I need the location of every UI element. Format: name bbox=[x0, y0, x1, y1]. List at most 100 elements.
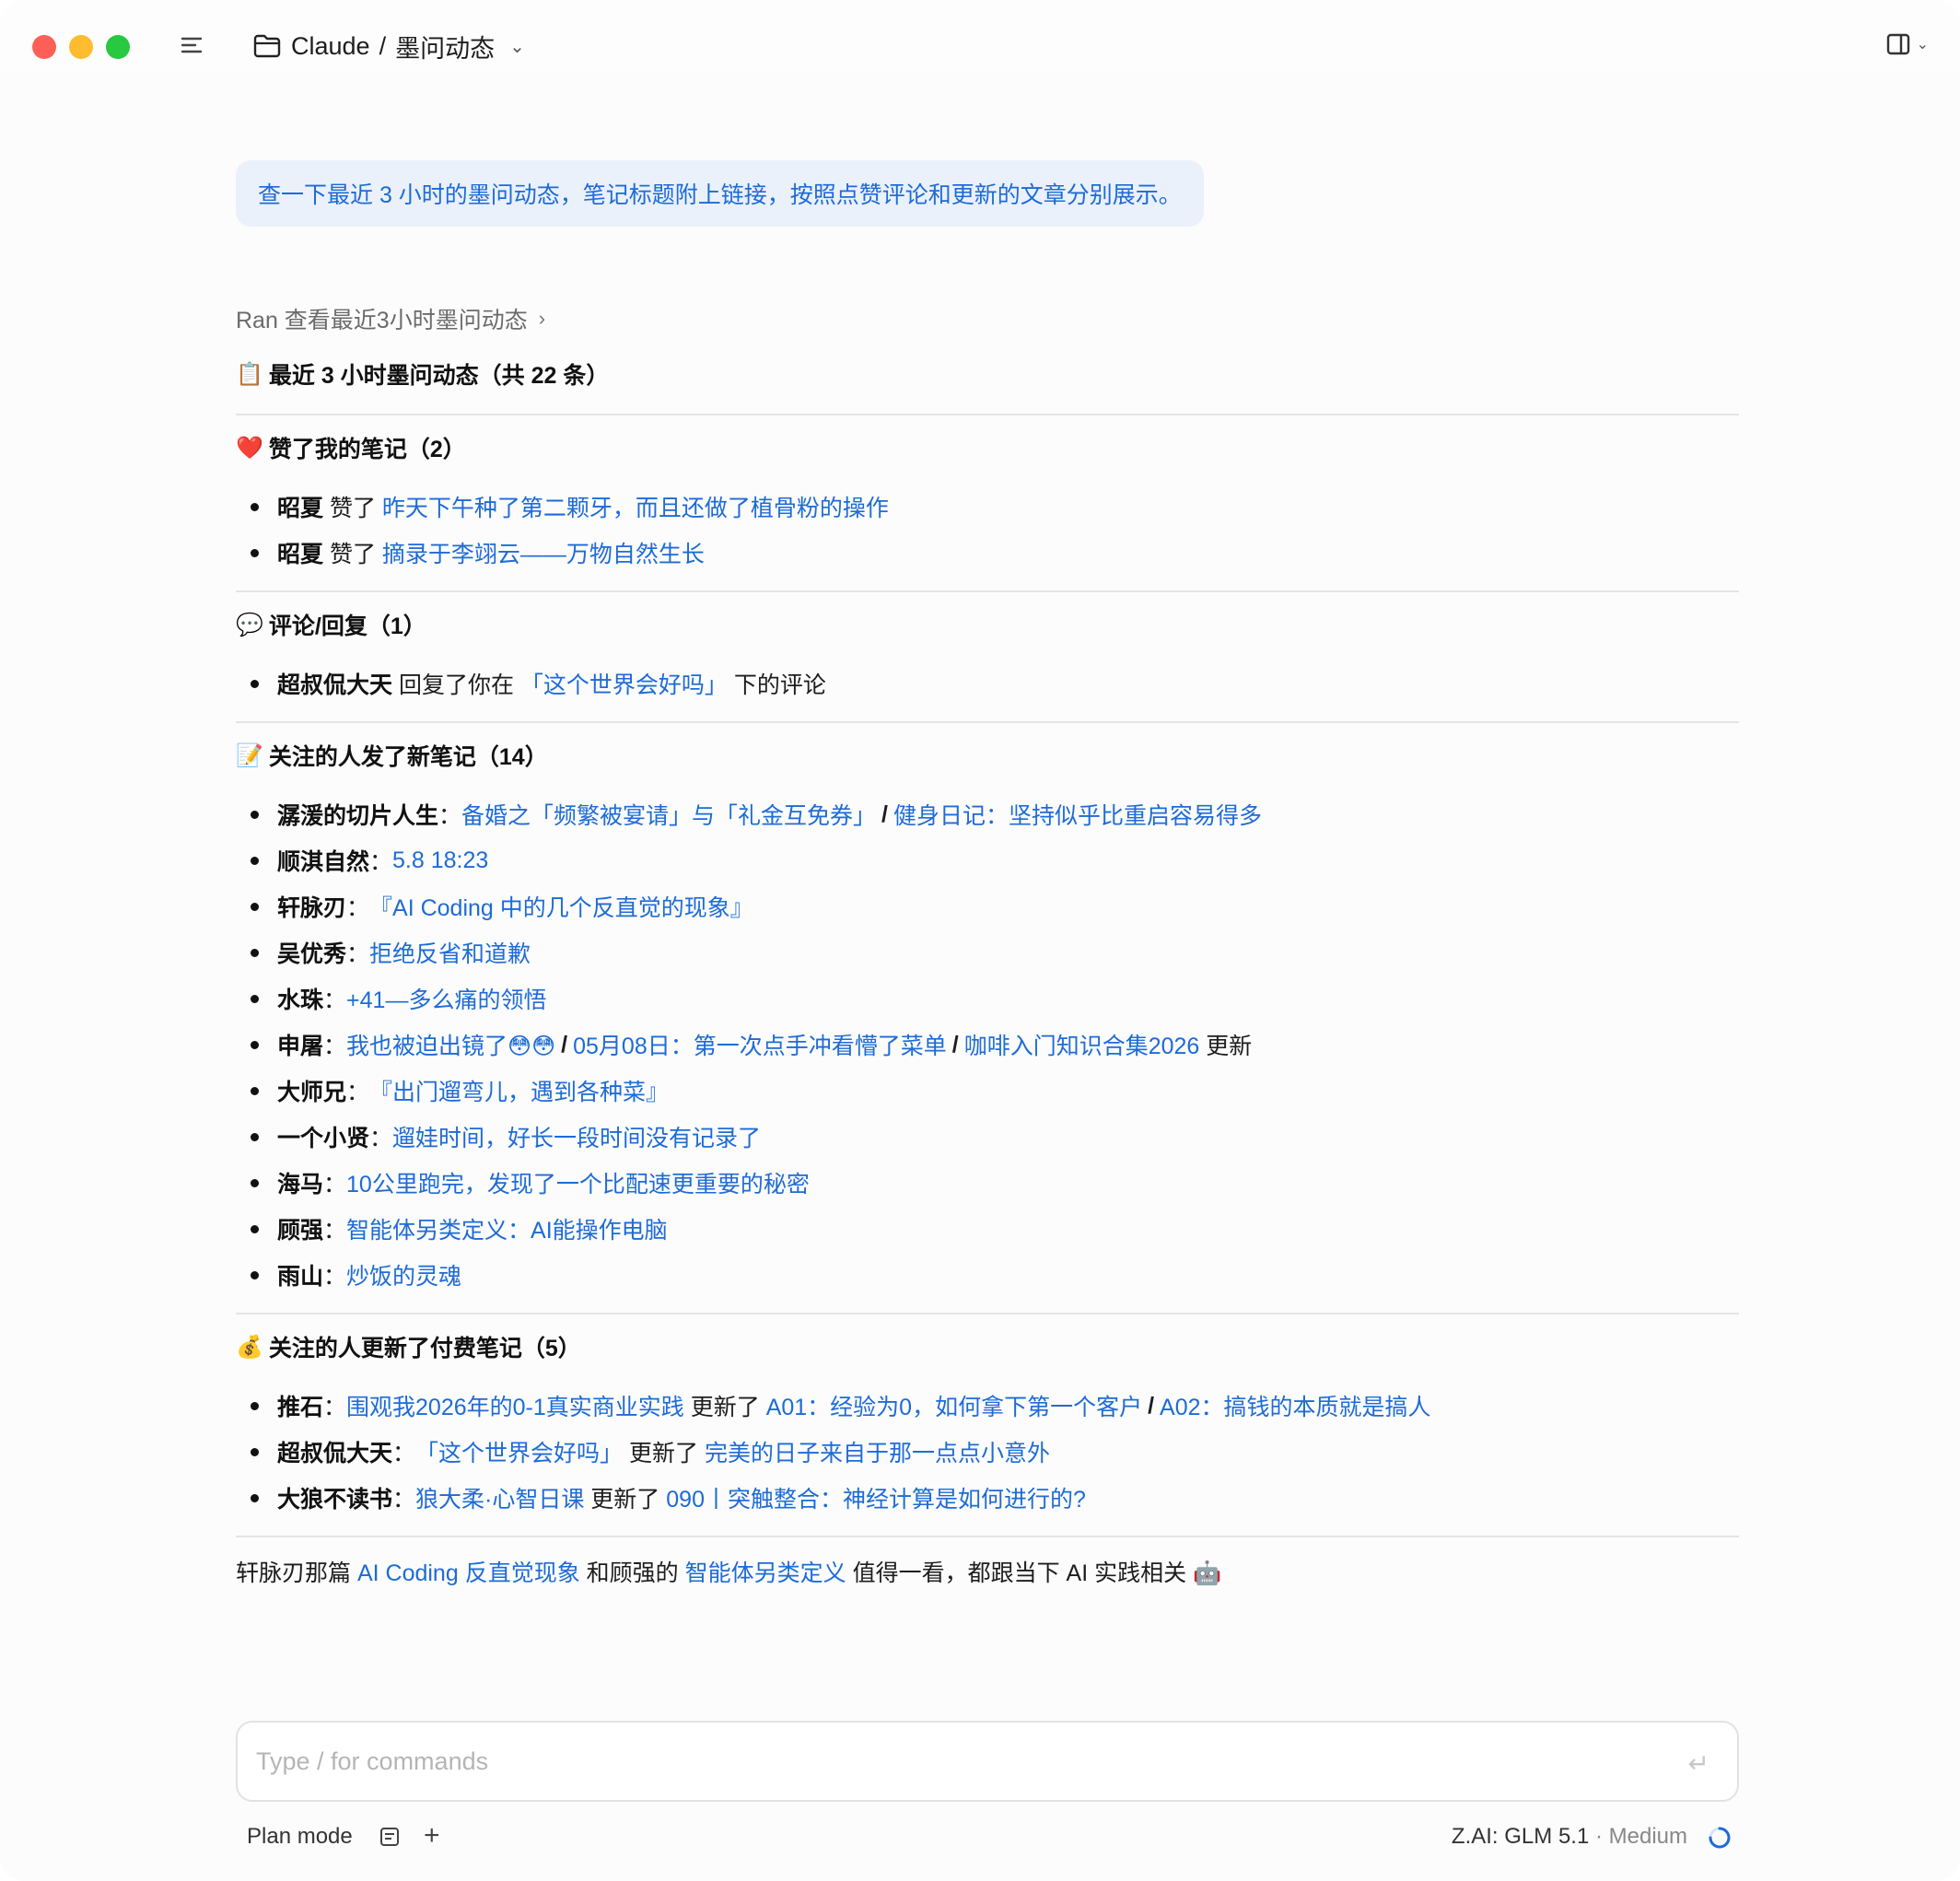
plan-mode-toggle[interactable]: Plan mode bbox=[247, 1824, 353, 1850]
colon: ： bbox=[323, 1264, 347, 1290]
heading-text: 赞了我的笔记（2） bbox=[268, 437, 466, 462]
user-name[interactable]: 吴优秀 bbox=[277, 936, 346, 969]
note-link[interactable]: 备婚之「频繁被宴请」与「礼金互免券」 bbox=[461, 798, 876, 831]
bullet bbox=[251, 1132, 259, 1141]
bullet bbox=[251, 679, 259, 688]
note-link[interactable]: 完美的日子来自于那一点点小意外 bbox=[705, 1435, 1050, 1468]
bullet bbox=[251, 1086, 259, 1095]
note-link[interactable]: A02：搞钱的本质就是搞人 bbox=[1160, 1389, 1430, 1422]
column-link[interactable]: 围观我2026年的0-1真实商业实践 bbox=[346, 1389, 684, 1422]
breadcrumb-root[interactable]: Claude bbox=[291, 32, 370, 61]
money-bag-icon: 💰 bbox=[236, 1334, 263, 1360]
colon: ： bbox=[392, 1487, 416, 1513]
minimize-window-button[interactable] bbox=[69, 35, 93, 59]
bullet bbox=[251, 1401, 259, 1410]
list-item: 申屠 ： 我也被迫出镜了😳😳 / 05月08日：第一次点手冲看懵了菜单 / 咖啡… bbox=[251, 1028, 1252, 1061]
note-link[interactable]: 05月08日：第一次点手冲看懵了菜单 bbox=[573, 1028, 947, 1061]
zoom-window-button[interactable] bbox=[106, 35, 130, 59]
note-link[interactable]: 拒绝反省和道歉 bbox=[369, 936, 531, 969]
divider bbox=[236, 414, 1739, 415]
note-link[interactable]: 090丨突触整合：神经计算是如何进行的? bbox=[666, 1481, 1086, 1514]
note-link[interactable]: 炒饭的灵魂 bbox=[346, 1258, 461, 1291]
chevron-down-icon[interactable]: ⌄ bbox=[509, 35, 525, 58]
heading-text: 关注的人发了新笔记（14） bbox=[268, 744, 548, 770]
note-link[interactable]: 我也被迫出镜了😳😳 bbox=[346, 1028, 555, 1061]
user-name[interactable]: 一个小贤 bbox=[277, 1120, 369, 1153]
summary-title-text: 最近 3 小时墨问动态（共 22 条） bbox=[268, 363, 610, 389]
action-text: 更新了 bbox=[584, 1487, 667, 1513]
add-icon[interactable]: + bbox=[424, 1820, 440, 1852]
note-link[interactable]: +41—多么痛的领悟 bbox=[346, 982, 546, 1015]
note-link[interactable]: 「这个世界会好吗」 bbox=[520, 667, 728, 700]
divider bbox=[236, 1536, 1739, 1537]
bullet bbox=[251, 1493, 259, 1502]
column-link[interactable]: 「这个世界会好吗」 bbox=[415, 1435, 623, 1468]
user-name[interactable]: 大师兄 bbox=[277, 1074, 346, 1107]
column-link[interactable]: 狼大柔·心智日课 bbox=[415, 1481, 584, 1514]
note-link[interactable]: A01：经验为0，如何拿下第一个客户 bbox=[766, 1389, 1142, 1422]
note-link[interactable]: 『AI Coding 中的几个反直觉的现象』 bbox=[369, 890, 753, 923]
list-item: 顾强 ： 智能体另类定义：AI能操作电脑 bbox=[251, 1212, 668, 1245]
list-item: 轩脉刃 ： 『AI Coding 中的几个反直觉的现象』 bbox=[251, 890, 753, 923]
tool-call-label: Ran 查看最近3小时墨问动态 bbox=[236, 308, 528, 333]
note-link[interactable]: 10公里跑完，发现了一个比配速更重要的秘密 bbox=[346, 1166, 810, 1199]
user-name[interactable]: 超叔侃大天 bbox=[277, 667, 392, 700]
sidebar-toggle-icon[interactable] bbox=[179, 31, 206, 59]
colon: ： bbox=[369, 1126, 393, 1151]
close-window-button[interactable] bbox=[32, 35, 56, 59]
user-name[interactable]: 昭夏 bbox=[277, 536, 323, 569]
separator: / bbox=[1148, 1392, 1155, 1419]
user-name[interactable]: 顾强 bbox=[277, 1212, 323, 1245]
user-name[interactable]: 海马 bbox=[277, 1166, 323, 1199]
section-heading-likes: ❤️ 赞了我的笔记（2） bbox=[236, 431, 466, 464]
bullet bbox=[251, 810, 259, 819]
user-name[interactable]: 昭夏 bbox=[277, 490, 323, 523]
model-name: Z.AI: GLM 5.1 bbox=[1451, 1824, 1590, 1849]
colon: ： bbox=[346, 941, 370, 967]
separator: / bbox=[951, 1031, 959, 1057]
note-link[interactable]: 『出门遛弯儿，遇到各种菜』 bbox=[369, 1074, 669, 1107]
list-item: 大师兄 ： 『出门遛弯儿，遇到各种菜』 bbox=[251, 1074, 669, 1107]
bullet bbox=[251, 502, 259, 511]
note-link[interactable]: 智能体另类定义 bbox=[685, 1560, 846, 1586]
section-heading-comments: 💬 评论/回复（1） bbox=[236, 608, 426, 641]
colon: ： bbox=[323, 1218, 347, 1244]
user-name[interactable]: 轩脉刃 bbox=[277, 890, 346, 923]
panel-toggle-button[interactable]: ⌄ bbox=[1885, 31, 1929, 57]
bullet bbox=[251, 1178, 259, 1187]
model-selector[interactable]: Z.AI: GLM 5.1 · Medium bbox=[1452, 1824, 1687, 1850]
note-link[interactable]: AI Coding 反直觉现象 bbox=[357, 1560, 580, 1586]
user-name[interactable]: 大狼不读书 bbox=[277, 1481, 392, 1514]
user-name[interactable]: 推石 bbox=[277, 1389, 323, 1422]
list-item: 超叔侃大天 ： 「这个世界会好吗」 更新了 完美的日子来自于那一点点小意外 bbox=[251, 1435, 1050, 1468]
note-link[interactable]: 摘录于李翊云——万物自然生长 bbox=[382, 536, 705, 569]
user-name[interactable]: 水珠 bbox=[277, 982, 323, 1015]
note-link[interactable]: 健身日记：坚持似乎比重启容易得多 bbox=[893, 798, 1262, 831]
breadcrumb-current[interactable]: 墨问动态 bbox=[395, 29, 495, 64]
action-text: 回复了你在 bbox=[392, 672, 520, 698]
list-item: 大狼不读书 ： 狼大柔·心智日课 更新了 090丨突触整合：神经计算是如何进行的… bbox=[251, 1481, 1086, 1514]
list-item: 海马 ： 10公里跑完，发现了一个比配速更重要的秘密 bbox=[251, 1166, 810, 1199]
bullet bbox=[251, 1224, 259, 1233]
message-input[interactable] bbox=[256, 1723, 1638, 1800]
note-link[interactable]: 智能体另类定义：AI能操作电脑 bbox=[346, 1212, 668, 1245]
enter-icon[interactable]: ↵ bbox=[1688, 1748, 1709, 1779]
tool-call-toggle[interactable]: Ran 查看最近3小时墨问动态 › bbox=[236, 302, 545, 335]
plan-doc-icon[interactable] bbox=[379, 1826, 400, 1852]
bullet bbox=[251, 548, 259, 557]
user-name[interactable]: 雨山 bbox=[277, 1258, 323, 1291]
note-link[interactable]: 5.8 18:23 bbox=[392, 847, 488, 874]
note-link[interactable]: 遛娃时间，好长一段时间没有记录了 bbox=[392, 1120, 761, 1153]
user-name[interactable]: 顺淇自然 bbox=[277, 844, 369, 877]
colon: ： bbox=[346, 1080, 370, 1105]
user-name[interactable]: 潺湲的切片人生 bbox=[277, 798, 438, 831]
user-name[interactable]: 超叔侃大天 bbox=[277, 1435, 392, 1468]
heading-text: 关注的人更新了付费笔记（5） bbox=[268, 1336, 581, 1361]
note-link[interactable]: 咖啡入门知识合集2026 bbox=[964, 1028, 1200, 1061]
note-link[interactable]: 昨天下午种了第二颗牙，而且还做了植骨粉的操作 bbox=[382, 490, 889, 523]
user-message: 查一下最近 3 小时的墨问动态，笔记标题附上链接，按照点赞评论和更新的文章分别展… bbox=[236, 160, 1204, 227]
user-name[interactable]: 申屠 bbox=[277, 1028, 323, 1061]
separator: / bbox=[561, 1031, 568, 1057]
divider bbox=[236, 721, 1739, 723]
breadcrumb[interactable]: Claude / 墨问动态 ⌄ bbox=[252, 26, 525, 66]
